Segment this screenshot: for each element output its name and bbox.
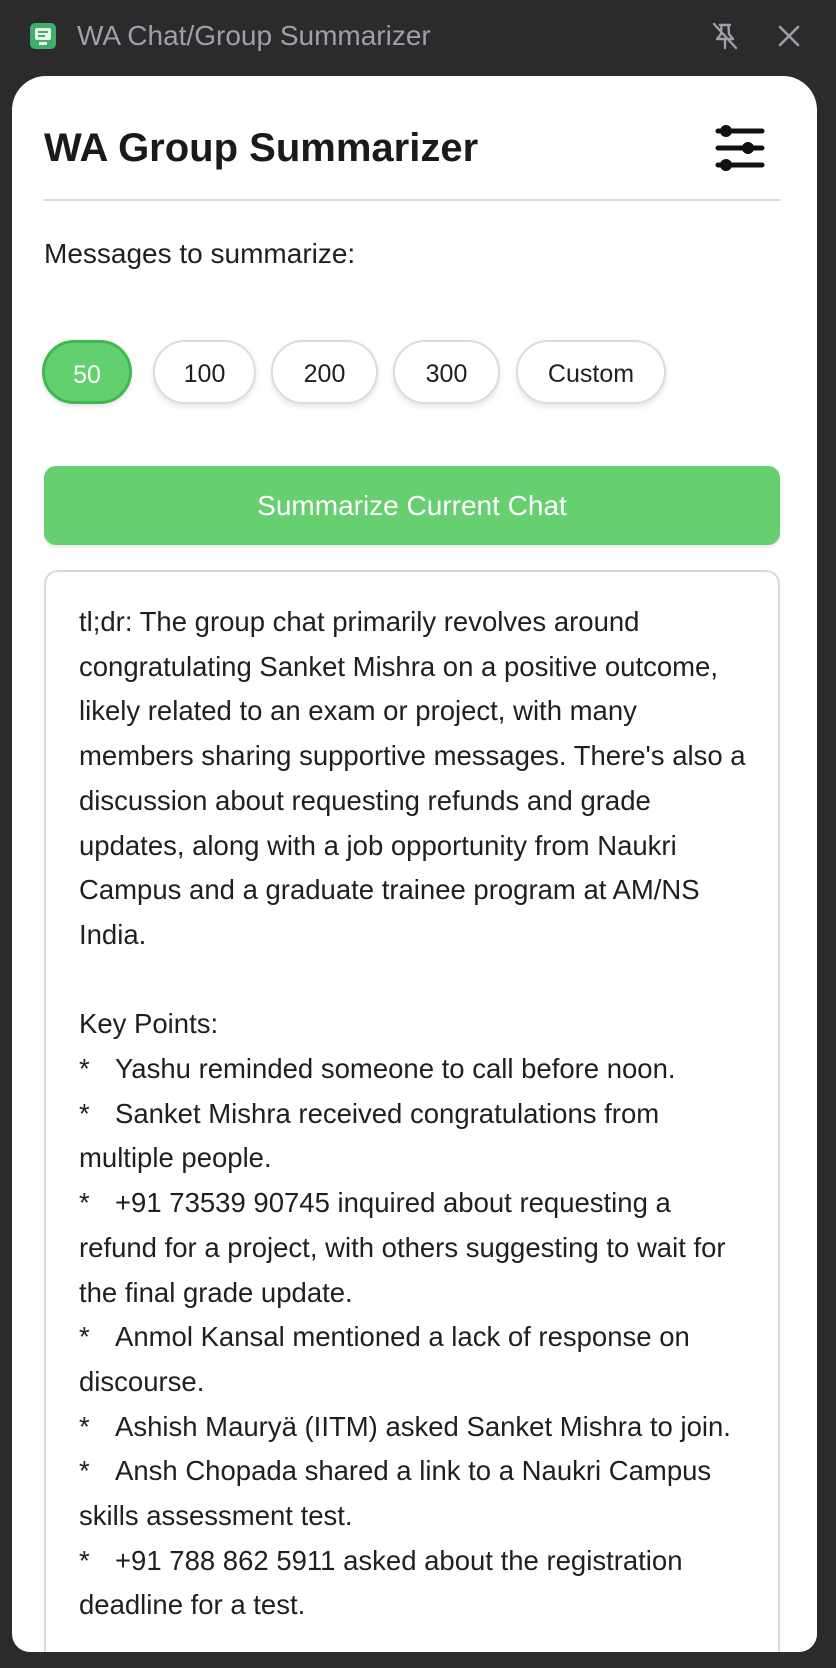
key-point-text: +91 788 862 5911 asked about the registr… bbox=[79, 1544, 683, 1621]
summary-text: tl;dr: The group chat primarily revolves… bbox=[79, 600, 751, 1628]
summary-output: tl;dr: The group chat primarily revolves… bbox=[44, 570, 780, 1652]
key-point-text: Sanket Mishra received congratulations f… bbox=[79, 1097, 660, 1174]
messages-label: Messages to summarize: bbox=[44, 238, 356, 269]
key-point-text: Ansh Chopada shared a link to a Naukri C… bbox=[79, 1455, 712, 1532]
key-point-item: * +91 788 862 5911 asked about the regist… bbox=[79, 1539, 751, 1628]
key-point-item: * Ansh Chopada shared a link to a Naukri … bbox=[79, 1449, 751, 1538]
bullet-marker: * bbox=[79, 1053, 90, 1085]
key-point-item: * Ashish Mauryä (IITM) asked Sanket Mishr… bbox=[79, 1405, 751, 1450]
bullet-marker: * bbox=[79, 1544, 90, 1576]
summarizer-panel: WA Group Summarizer Messages to summariz… bbox=[12, 76, 817, 1652]
option-300-button[interactable]: 300 bbox=[393, 340, 500, 404]
page-title: WA Group Summarizer bbox=[44, 126, 479, 170]
option-custom-button[interactable]: Custom bbox=[516, 340, 666, 404]
bullet-marker: * bbox=[79, 1410, 90, 1442]
key-point-item: * Anmol Kansal mentioned a lack of respon… bbox=[79, 1315, 751, 1404]
header-divider bbox=[44, 199, 780, 201]
key-point-text: Yashu reminded someone to call before no… bbox=[115, 1053, 676, 1085]
app-icon bbox=[30, 23, 56, 49]
key-point-item: * +91 73539 90745 inquired about requesti… bbox=[79, 1181, 751, 1315]
option-50-button[interactable]: 50 bbox=[42, 340, 132, 404]
option-200-button[interactable]: 200 bbox=[271, 340, 378, 404]
bullet-marker: * bbox=[79, 1097, 90, 1129]
window-title: WA Chat/Group Summarizer bbox=[77, 20, 431, 51]
bullet-marker: * bbox=[79, 1455, 90, 1487]
option-100-button[interactable]: 100 bbox=[153, 340, 256, 404]
summary-tldr: tl;dr: The group chat primarily revolves… bbox=[79, 606, 746, 950]
key-point-item: * Yashu reminded someone to call before n… bbox=[79, 1047, 751, 1092]
summarize-button[interactable]: Summarize Current Chat bbox=[44, 466, 780, 545]
key-points-heading: Key Points: bbox=[79, 1008, 219, 1040]
key-point-text: Ashish Mauryä (IITM) asked Sanket Mishra… bbox=[115, 1410, 731, 1442]
sliders-icon[interactable] bbox=[712, 120, 768, 176]
close-icon[interactable] bbox=[773, 20, 805, 52]
key-point-text: Anmol Kansal mentioned a lack of respons… bbox=[79, 1321, 690, 1397]
key-point-text: +91 73539 90745 inquired about requestin… bbox=[79, 1187, 726, 1308]
window-titlebar: WA Chat/Group Summarizer bbox=[0, 0, 836, 72]
bullet-marker: * bbox=[79, 1321, 90, 1353]
key-point-item: * Sanket Mishra received congratulations … bbox=[79, 1092, 751, 1181]
bullet-marker: * bbox=[79, 1187, 90, 1219]
pin-off-icon[interactable] bbox=[709, 20, 741, 52]
